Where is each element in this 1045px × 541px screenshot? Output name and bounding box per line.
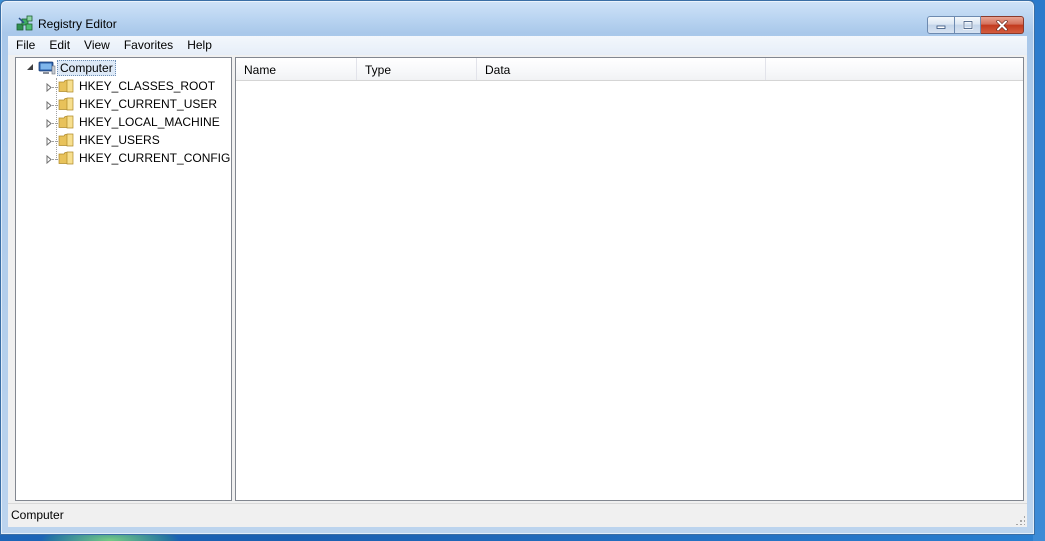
values-list[interactable]: Name Type Data <box>235 57 1024 501</box>
status-path: Computer <box>11 508 64 522</box>
resize-grip-icon[interactable] <box>1015 515 1025 525</box>
registry-tree[interactable]: Computer HKEY_CLASSES_ROOT HKEY_CURRENT_… <box>15 57 232 501</box>
menu-file[interactable]: File <box>8 36 42 55</box>
minimize-button[interactable] <box>927 16 955 34</box>
list-header: Name Type Data <box>236 58 1023 81</box>
tree-node-hkey-classes-root[interactable]: HKEY_CLASSES_ROOT <box>79 78 215 94</box>
regedit-icon[interactable] <box>16 15 34 33</box>
close-button[interactable] <box>981 16 1024 34</box>
tree-node-hkey-users[interactable]: HKEY_USERS <box>79 132 160 148</box>
maximize-icon <box>962 20 973 30</box>
folder-icon <box>58 97 74 111</box>
caption-buttons <box>927 16 1024 34</box>
folder-icon <box>58 151 74 165</box>
tree-node-hkey-local-machine[interactable]: HKEY_LOCAL_MACHINE <box>79 114 220 130</box>
folder-icon <box>58 133 74 147</box>
close-icon <box>996 19 1008 31</box>
tree-node-computer[interactable]: Computer <box>57 60 116 76</box>
menu-bar: File Edit View Favorites Help <box>8 36 1027 55</box>
tree-node-hkey-current-config[interactable]: HKEY_CURRENT_CONFIG <box>79 150 230 166</box>
collapse-arrow-icon[interactable] <box>25 63 34 72</box>
folder-icon <box>58 79 74 93</box>
menu-view[interactable]: View <box>77 36 117 55</box>
folder-icon <box>58 115 74 129</box>
title-bar[interactable]: Registry Editor <box>1 1 1034 35</box>
minimize-icon <box>936 25 946 29</box>
computer-icon <box>38 61 56 75</box>
maximize-button[interactable] <box>955 16 981 34</box>
column-header-data[interactable]: Data <box>477 58 766 80</box>
column-header-type[interactable]: Type <box>357 58 477 80</box>
window-title: Registry Editor <box>38 17 117 31</box>
menu-help[interactable]: Help <box>180 36 219 55</box>
main-content: Computer HKEY_CLASSES_ROOT HKEY_CURRENT_… <box>8 55 1027 503</box>
status-bar: Computer <box>8 503 1027 527</box>
menu-edit[interactable]: Edit <box>42 36 77 55</box>
tree-node-hkey-current-user[interactable]: HKEY_CURRENT_USER <box>79 96 217 112</box>
menu-favorites[interactable]: Favorites <box>117 36 180 55</box>
column-header-name[interactable]: Name <box>236 58 357 80</box>
registry-editor-window: Registry Editor File Edit View Favorites… <box>0 0 1035 535</box>
